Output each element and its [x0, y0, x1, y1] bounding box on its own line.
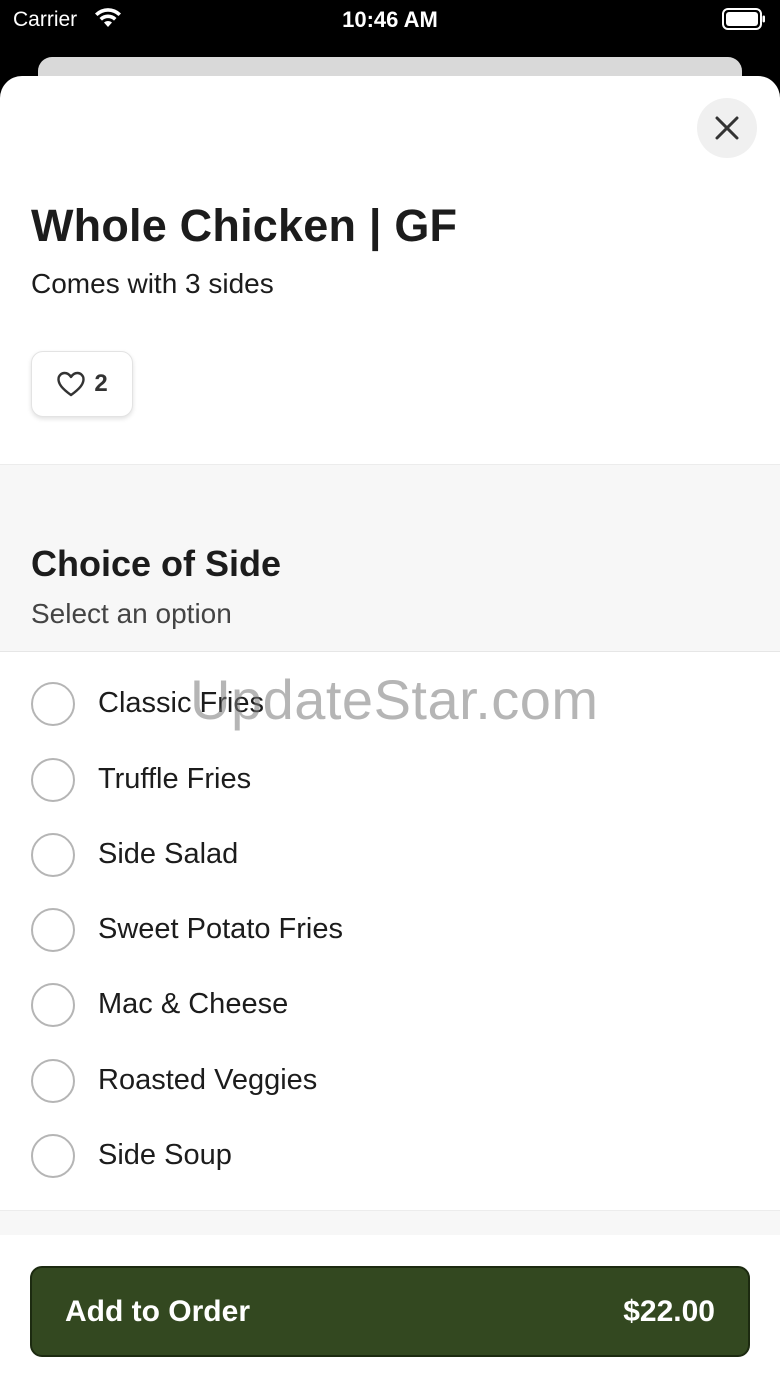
status-bar: Carrier 10:46 AM — [0, 0, 780, 58]
option-label: Side Salad — [98, 838, 239, 870]
radio-button[interactable] — [31, 982, 75, 1027]
close-button[interactable] — [697, 98, 757, 158]
heart-icon — [57, 371, 86, 397]
option-side-soup[interactable]: Side Soup — [0, 1118, 780, 1193]
option-sweet-potato-fries[interactable]: Sweet Potato Fries — [0, 892, 780, 967]
add-to-order-button[interactable]: Add to Order $22.00 — [30, 1266, 750, 1357]
option-label: Mac & Cheese — [98, 988, 289, 1020]
like-button[interactable]: 2 — [31, 351, 133, 417]
radio-button[interactable] — [31, 681, 75, 726]
option-classic-fries[interactable]: Classic Fries — [0, 666, 780, 741]
radio-button[interactable] — [31, 907, 75, 952]
item-title: Whole Chicken | GF — [31, 200, 458, 251]
section-title: Choice of Side — [31, 543, 282, 584]
radio-button[interactable] — [31, 1133, 75, 1178]
option-mac-and-cheese[interactable]: Mac & Cheese — [0, 967, 780, 1042]
option-truffle-fries[interactable]: Truffle Fries — [0, 742, 780, 817]
item-description: Comes with 3 sides — [31, 268, 274, 299]
like-count: 2 — [94, 370, 108, 397]
clock: 10:46 AM — [342, 7, 438, 32]
option-side-salad[interactable]: Side Salad — [0, 817, 780, 892]
order-price: $22.00 — [623, 1294, 715, 1328]
add-to-order-label: Add to Order — [65, 1294, 250, 1328]
option-label: Roasted Veggies — [98, 1064, 318, 1096]
section-divider — [0, 1210, 780, 1236]
option-roasted-veggies[interactable]: Roasted Veggies — [0, 1043, 780, 1118]
radio-button[interactable] — [31, 832, 75, 877]
battery-icon — [722, 8, 765, 30]
close-icon — [715, 116, 739, 140]
option-label: Side Soup — [98, 1139, 232, 1171]
option-label: Sweet Potato Fries — [98, 913, 343, 945]
option-label: Truffle Fries — [98, 763, 252, 795]
section-header: Choice of Side Select an option — [0, 464, 780, 652]
option-label: Classic Fries — [98, 687, 264, 719]
section-subtitle: Select an option — [31, 598, 232, 629]
radio-button[interactable] — [31, 757, 75, 802]
radio-button[interactable] — [31, 1058, 75, 1103]
item-detail-sheet: Whole Chicken | GF Comes with 3 sides 2 … — [0, 76, 780, 1387]
footer: Add to Order $22.00 — [0, 1235, 780, 1387]
